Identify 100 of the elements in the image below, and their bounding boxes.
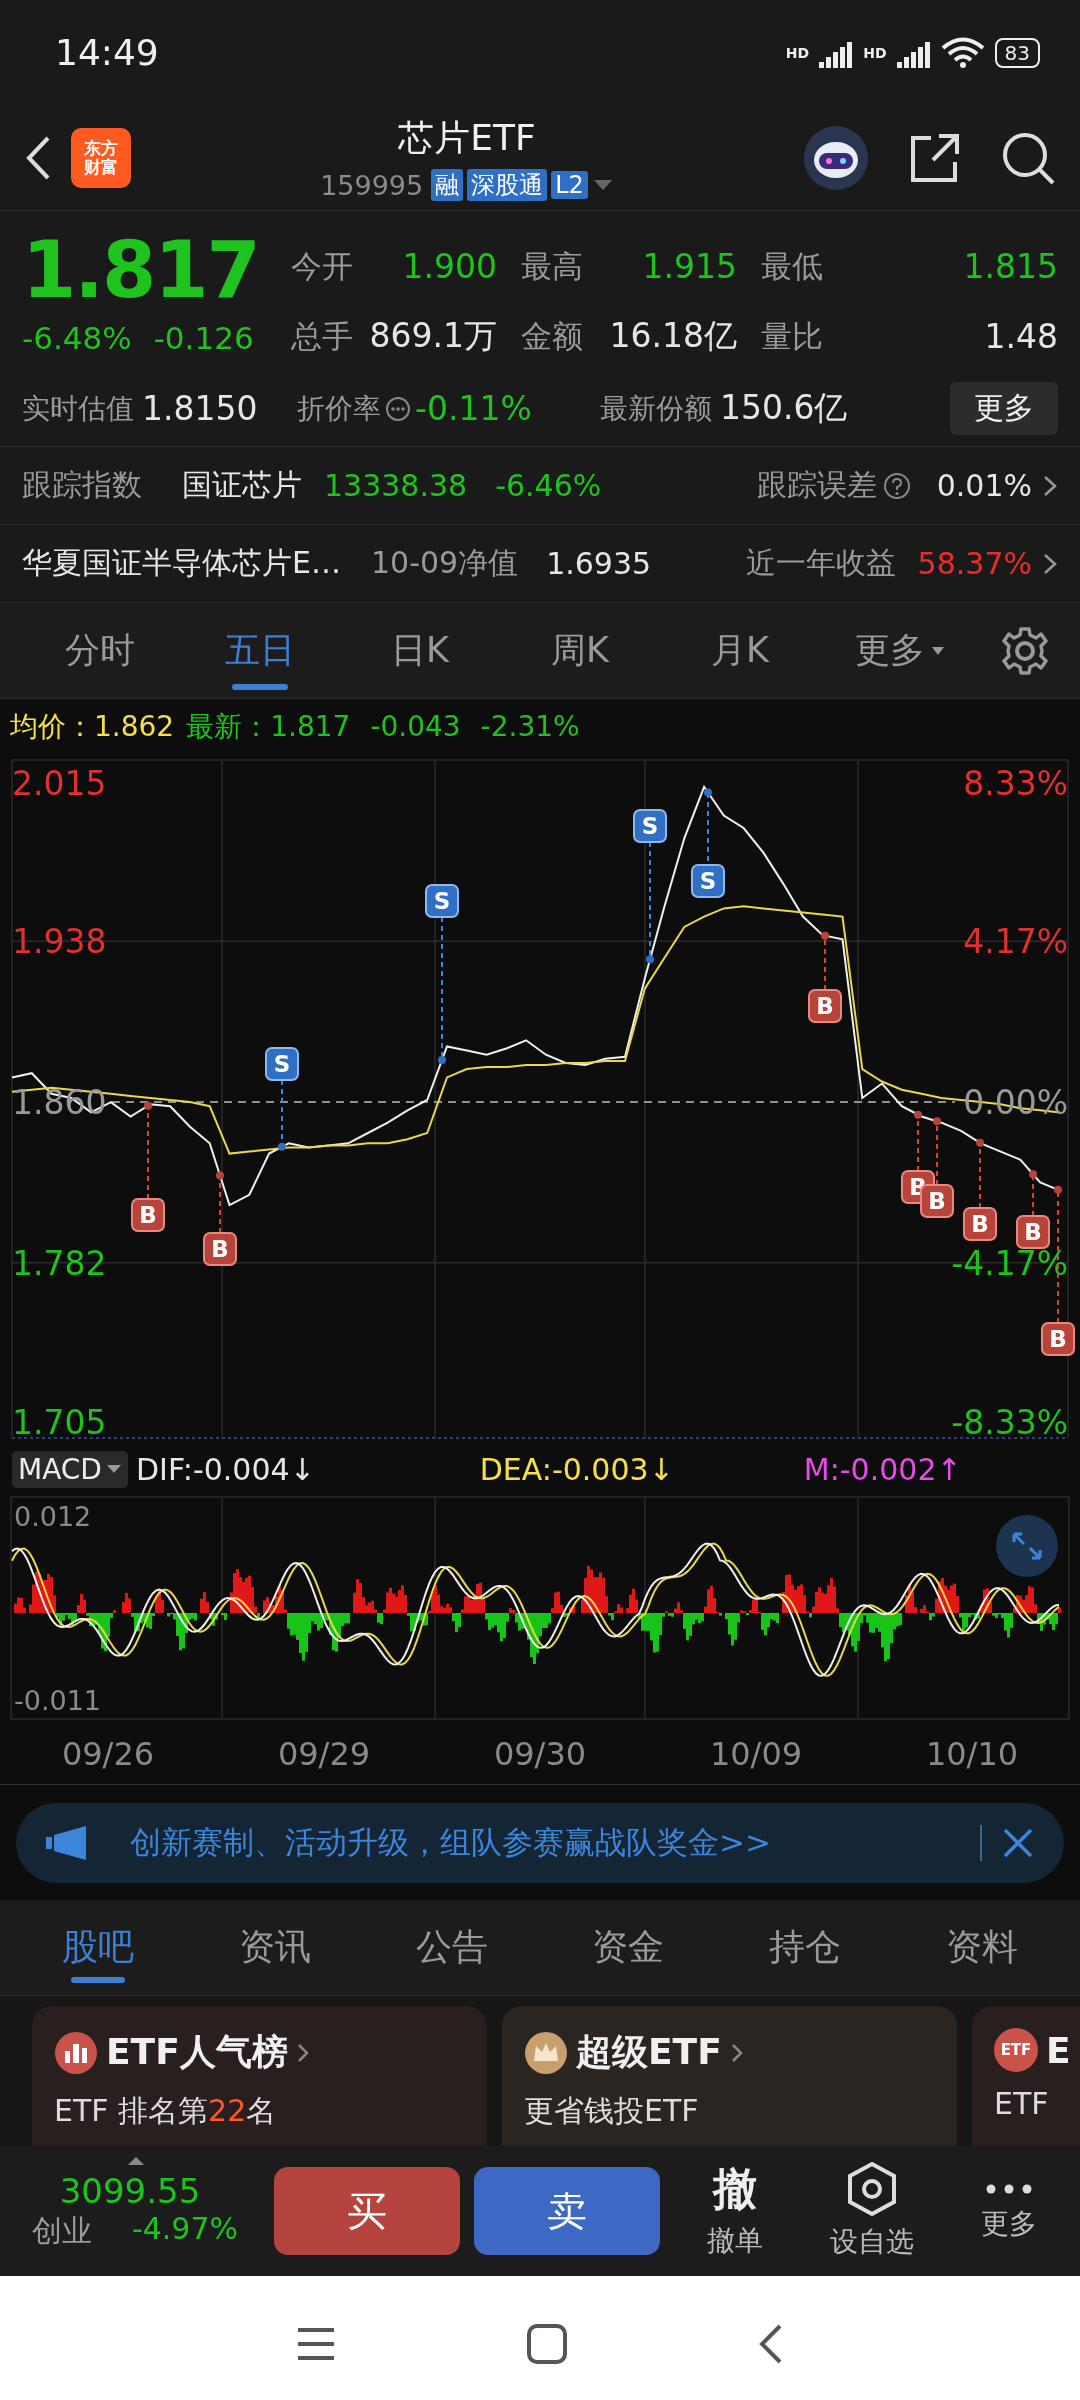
nav-value: 1.6935	[546, 546, 652, 581]
caret-icon[interactable]	[105, 1464, 122, 1474]
buy-marker[interactable]: B	[963, 1207, 997, 1241]
price-axis-label: 2.015	[12, 763, 107, 803]
wifi-icon	[940, 36, 985, 69]
chart-tab[interactable]: 周K	[500, 603, 660, 698]
feature-card[interactable]: 超级ETF 更省钱投ETF	[502, 2006, 957, 2146]
content-tab[interactable]: 持仓	[716, 1900, 894, 1995]
macd-axis-label: 0.012	[14, 1501, 92, 1532]
chevron-right-icon[interactable]	[295, 2041, 310, 2064]
stat-value: 1.900	[401, 246, 498, 286]
stat-label: 实时估值	[22, 390, 134, 427]
stat-value: 1.8150	[142, 389, 259, 428]
robot-avatar-icon[interactable]	[803, 124, 869, 191]
content-tab[interactable]: 资讯	[186, 1900, 364, 1995]
back-icon[interactable]	[25, 134, 51, 181]
chart-tab[interactable]: 月K	[660, 603, 820, 698]
stat-value: -0.11%	[415, 389, 533, 428]
macd-axis-label: -0.011	[14, 1685, 102, 1716]
crown-badge-icon	[524, 2030, 568, 2075]
stat-value: 869.1万	[368, 314, 498, 357]
cancel-order-button[interactable]: 撤 撤单	[674, 2161, 797, 2261]
trade-point	[438, 1056, 446, 1065]
network-type-label: HD	[863, 44, 887, 61]
dea-value: DEA:-0.003↓	[479, 1451, 674, 1487]
trade-point	[1029, 1170, 1037, 1179]
content-tab[interactable]: 股吧	[10, 1900, 187, 1995]
percent-axis-label: -8.33%	[951, 1402, 1068, 1442]
date-label: 09/26	[60, 1734, 156, 1775]
buy-marker[interactable]: B	[808, 989, 842, 1023]
chevron-right-icon[interactable]	[729, 2041, 744, 2064]
indicator-dropdown[interactable]: MACD	[12, 1450, 128, 1488]
chevron-right-icon[interactable]	[1042, 551, 1058, 576]
stat-label: 总手	[291, 317, 354, 356]
percent-axis-label: 4.17%	[963, 922, 1068, 962]
sell-marker[interactable]: S	[265, 1047, 299, 1081]
more-button[interactable]: 更多	[950, 382, 1058, 435]
chart-tab[interactable]: 分时	[20, 603, 180, 698]
stat-label: 最低	[761, 247, 824, 286]
expand-icon[interactable]	[996, 1515, 1058, 1577]
index-value: 13338.38	[324, 468, 468, 503]
tracking-error-label: 跟踪误差	[756, 466, 877, 504]
more-menu-button[interactable]: 更多	[947, 2178, 1070, 2244]
network-type-label: HD	[785, 44, 810, 61]
caret-icon[interactable]	[591, 178, 614, 192]
sell-marker[interactable]: S	[633, 809, 667, 843]
settings-icon[interactable]	[1000, 625, 1050, 676]
stat-value: 150.6亿	[720, 387, 848, 429]
bar-chart-badge-icon	[54, 2030, 98, 2075]
help-icon[interactable]	[882, 471, 911, 500]
trade-point	[821, 931, 829, 940]
m-value: M:-0.002↑	[803, 1451, 962, 1487]
app-logo: 东方 财富	[71, 127, 131, 188]
fund-tag: 深股通	[467, 169, 548, 201]
back-icon[interactable]	[758, 2322, 784, 2365]
chart-tab[interactable]: 五日	[180, 603, 340, 698]
share-icon[interactable]	[909, 131, 961, 184]
date-label: 09/29	[276, 1734, 372, 1775]
content-tab[interactable]: 公告	[363, 1900, 540, 1995]
home-icon[interactable]	[526, 2322, 568, 2365]
chevron-right-icon[interactable]	[1042, 473, 1058, 498]
hexagon-icon[interactable]	[845, 2161, 899, 2217]
buy-marker[interactable]: B	[131, 1198, 165, 1232]
card-title[interactable]: 超级ETF	[576, 2028, 722, 2077]
date-label: 09/30	[492, 1734, 588, 1775]
info-icon[interactable]	[385, 395, 411, 422]
sell-marker[interactable]: S	[425, 884, 459, 918]
sell-marker[interactable]: S	[691, 864, 725, 898]
buy-button[interactable]: 买	[274, 2167, 460, 2255]
content-tab[interactable]: 资料	[893, 1900, 1071, 1995]
search-icon[interactable]	[1001, 130, 1055, 185]
trade-point	[646, 955, 654, 964]
dif-value: DIF:-0.004↓	[135, 1451, 315, 1487]
trade-point	[933, 1117, 941, 1126]
add-watchlist-button[interactable]: 设自选	[810, 2160, 934, 2262]
chart-tab[interactable]: 更多	[820, 603, 980, 698]
feature-card[interactable]: ETF E ETF	[972, 2006, 1080, 2146]
stat-value: 1.915	[641, 246, 738, 286]
fund-title: 芯片ETF	[398, 116, 536, 160]
etf-badge-icon: ETF	[994, 2028, 1038, 2072]
change-amount: -0.043	[370, 710, 461, 743]
caret-icon[interactable]	[931, 645, 945, 656]
menu-icon[interactable]	[296, 2325, 336, 2362]
price-axis-label: 1.705	[12, 1402, 107, 1442]
chart-tab[interactable]: 日K	[340, 603, 500, 698]
trade-point	[1054, 1185, 1062, 1194]
close-icon[interactable]	[1002, 1826, 1034, 1859]
buy-marker[interactable]: B	[203, 1232, 237, 1266]
buy-marker[interactable]: B	[1041, 1322, 1075, 1356]
feature-card[interactable]: ETF人气榜 ETF 排名第22名	[32, 2006, 487, 2146]
promo-banner[interactable]: 创新赛制、活动升级，组队参赛赢战队奖金>>	[16, 1802, 1064, 1883]
card-title[interactable]: E	[1046, 2029, 1071, 2071]
nav-label: 10-09净值	[370, 544, 519, 582]
card-title[interactable]: ETF人气榜	[106, 2028, 288, 2077]
annual-return-label: 近一年收益	[745, 544, 896, 582]
current-price: 1.817	[22, 224, 260, 317]
sell-button[interactable]: 卖	[474, 2167, 660, 2255]
status-time: 14:49	[55, 32, 159, 73]
content-tab[interactable]: 资金	[540, 1900, 717, 1995]
buy-marker[interactable]: B	[1016, 1215, 1050, 1249]
